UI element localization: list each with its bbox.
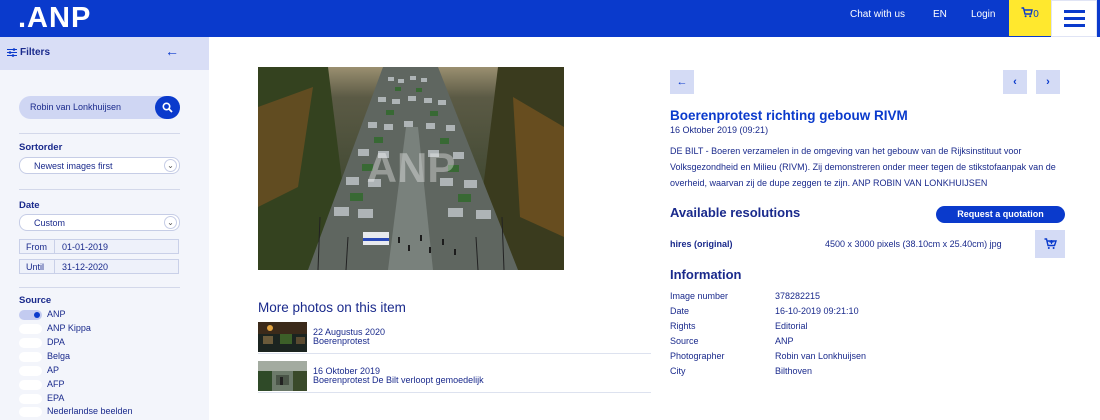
info-value: ANP — [775, 336, 794, 346]
info-value: Robin van Lonkhuijsen — [775, 351, 867, 361]
search-icon — [162, 102, 173, 113]
until-value: 31-12-2020 — [62, 262, 109, 272]
filter-icon — [7, 48, 17, 57]
photo-title: Boerenprotest richting gebouw RIVM — [670, 108, 908, 123]
related-photo-item[interactable]: 16 Oktober 2019 Boerenprotest De Bilt ve… — [258, 361, 651, 393]
source-label: Source — [19, 295, 52, 306]
related-title: Boerenprotest De Bilt verloopt gemoedeli… — [313, 375, 484, 385]
info-value: Editorial — [775, 321, 808, 331]
top-navigation-bar: .ANP Chat with us EN Login 0 — [0, 0, 1100, 37]
main-photo[interactable]: ANP — [258, 67, 564, 270]
request-quotation-button[interactable]: Request a quotation — [936, 206, 1065, 223]
watermark: ANP — [367, 144, 456, 191]
source-label-ap: AP — [47, 365, 60, 375]
cart-count: 0 — [1033, 9, 1039, 20]
toggle-knob — [34, 312, 40, 318]
related-thumbnail — [258, 361, 307, 391]
menu-icon — [1064, 10, 1085, 13]
add-to-cart-button[interactable] — [1035, 230, 1065, 258]
menu-icon-bar — [1064, 24, 1085, 27]
back-arrow-icon[interactable]: ← — [165, 43, 179, 59]
information-heading: Information — [670, 267, 742, 282]
info-key: Source — [670, 336, 699, 346]
info-value: Bilthoven — [775, 366, 813, 376]
info-key: Date — [670, 306, 690, 316]
divider — [19, 287, 180, 288]
info-value: 378282215 — [775, 291, 821, 301]
toggle-switch[interactable] — [19, 324, 42, 334]
back-button[interactable]: ← — [670, 70, 694, 94]
toggle-switch[interactable] — [19, 338, 42, 348]
related-title: Boerenprotest — [313, 336, 370, 346]
info-key: Image number — [670, 291, 729, 301]
cart-icon — [1021, 7, 1034, 18]
related-thumbnail — [258, 322, 307, 352]
toggle-switch[interactable] — [19, 380, 42, 390]
add-to-cart-icon — [1044, 238, 1057, 249]
date-select[interactable]: Custom ⌄ — [19, 214, 180, 231]
menu-button[interactable] — [1051, 0, 1097, 37]
info-key: Photographer — [670, 351, 725, 361]
sortorder-select[interactable]: Newest images first ⌄ — [19, 157, 180, 174]
previous-photo-button[interactable]: ‹ — [1003, 70, 1027, 94]
protest-photo-image: ANP — [258, 67, 564, 270]
filters-label: Filters — [20, 47, 51, 58]
toggle-switch[interactable] — [19, 352, 42, 362]
info-value: 16-10-2019 09:21:10 — [775, 306, 859, 316]
language-switch[interactable]: EN — [933, 0, 947, 37]
info-key: City — [670, 366, 686, 376]
source-label-afp: AFP — [47, 379, 65, 389]
menu-icon-bar — [1064, 17, 1085, 20]
photo-description: DE BILT - Boeren verzamelen in de omgevi… — [670, 146, 1056, 188]
filter-sidebar: Filters ← Robin van Lonkhuijsen Sortorde… — [0, 37, 209, 420]
chat-link[interactable]: Chat with us — [850, 0, 905, 37]
sortorder-value: Newest images first — [34, 161, 113, 171]
search-input[interactable]: Robin van Lonkhuijsen — [19, 96, 180, 119]
field-divider — [54, 260, 55, 273]
available-resolutions-heading: Available resolutions — [670, 205, 801, 220]
source-label-epa: EPA — [47, 393, 65, 403]
resolution-name: hires (original) — [670, 239, 733, 249]
prev-icon: ‹ — [1013, 76, 1017, 88]
search-button[interactable] — [155, 96, 180, 119]
from-label: From — [26, 242, 47, 252]
source-label-dpa: DPA — [47, 337, 65, 347]
next-icon: › — [1046, 76, 1050, 88]
until-label: Until — [26, 262, 45, 272]
toggle-switch[interactable] — [19, 394, 42, 404]
photo-date: 16 Oktober 2019 (09:21) — [670, 125, 769, 135]
from-date-field[interactable]: From 01-01-2019 — [19, 239, 179, 254]
toggle-switch[interactable] — [19, 407, 42, 417]
toggle-switch[interactable] — [19, 310, 42, 320]
divider — [19, 133, 180, 134]
next-photo-button[interactable]: › — [1036, 70, 1060, 94]
chevron-down-icon: ⌄ — [164, 216, 177, 229]
sortorder-label: Sortorder — [19, 142, 63, 153]
info-key: Rights — [670, 321, 696, 331]
search-value: Robin van Lonkhuijsen — [30, 102, 122, 112]
source-label-anp: ANP — [47, 309, 66, 319]
from-value: 01-01-2019 — [62, 242, 109, 252]
field-divider — [54, 240, 55, 253]
related-photo-item[interactable]: 22 Augustus 2020 Boerenprotest — [258, 322, 651, 354]
date-value: Custom — [34, 218, 66, 228]
until-date-field[interactable]: Until 31-12-2020 — [19, 259, 179, 274]
more-photos-heading: More photos on this item — [258, 300, 406, 315]
source-label-belga: Belga — [47, 351, 71, 361]
source-label-anp-kippa: ANP Kippa — [47, 323, 91, 333]
login-link[interactable]: Login — [971, 0, 995, 37]
date-label: Date — [19, 200, 40, 211]
back-arrow-icon: ← — [676, 76, 688, 88]
toggle-switch[interactable] — [19, 366, 42, 376]
cart-button[interactable]: 0 — [1009, 0, 1051, 36]
chevron-down-icon: ⌄ — [164, 159, 177, 172]
filters-header[interactable]: Filters ← — [0, 37, 209, 70]
divider — [19, 189, 180, 190]
source-label-nederlandse-beelden: Nederlandse beelden — [47, 406, 133, 416]
resolution-spec: 4500 x 3000 pixels (38.10cm x 25.40cm) j… — [825, 239, 1002, 249]
anp-logo[interactable]: .ANP — [18, 2, 91, 35]
